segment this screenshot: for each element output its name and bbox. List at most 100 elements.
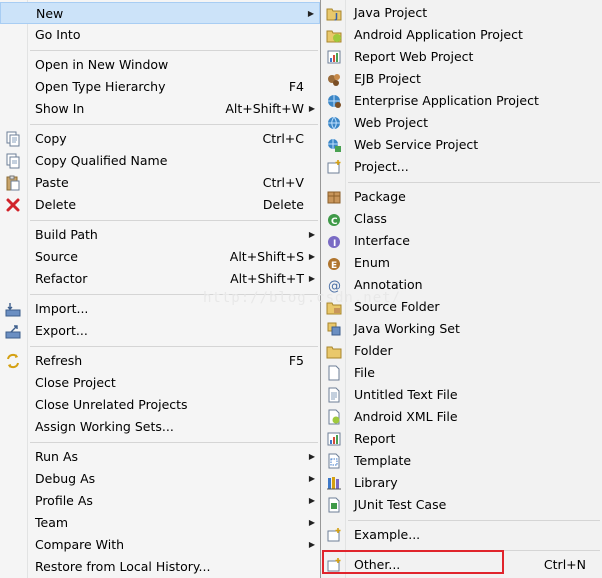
submenu-item-android-application-project[interactable]: Android Application Project	[321, 24, 602, 46]
copy-qualified-name-icon	[6, 153, 20, 169]
menu-item-shortcut: Ctrl+V	[262, 175, 304, 190]
svg-text:I: I	[333, 239, 336, 249]
report-web-project-icon	[327, 50, 341, 64]
submenu-item-library[interactable]: Library	[321, 472, 602, 494]
submenu-item-label: File	[354, 365, 375, 380]
menu-item-label: Team	[35, 515, 69, 530]
submenu-item-label: Report	[354, 431, 396, 446]
menu-item-go-into[interactable]: Go Into	[0, 24, 320, 46]
menu-item-profile-as[interactable]: Profile As ▶	[0, 490, 320, 512]
svg-text:E: E	[331, 261, 337, 271]
menu-item-assign-working-sets[interactable]: Assign Working Sets...	[0, 416, 320, 438]
menu-item-label: Close Project	[35, 375, 116, 390]
android-xml-file-icon	[328, 409, 340, 425]
submenu-arrow-icon: ▶	[307, 9, 314, 18]
menu-item-copy[interactable]: Copy Ctrl+C	[0, 128, 320, 150]
web-project-icon	[328, 116, 340, 130]
menu-item-label: Close Unrelated Projects	[35, 397, 188, 412]
submenu-item-web-service-project[interactable]: Web Service Project	[321, 134, 602, 156]
menu-item-show-in[interactable]: Show In Alt+Shift+W ▶	[0, 98, 320, 120]
menu-item-new[interactable]: New ▶	[0, 2, 320, 24]
submenu-arrow-icon: ▶	[308, 252, 315, 261]
menu-item-label: Export...	[35, 323, 88, 338]
submenu-item-label: Web Service Project	[354, 137, 479, 152]
menu-item-label: Show In	[35, 101, 85, 116]
submenu-item-label: Untitled Text File	[354, 387, 458, 402]
menu-item-build-path[interactable]: Build Path ▶	[0, 224, 320, 246]
web-service-project-icon	[328, 139, 341, 152]
submenu-item-java-project[interactable]: J Java Project	[321, 2, 602, 24]
menu-item-label: Profile As	[35, 493, 93, 508]
submenu-arrow-icon: ▶	[308, 496, 315, 505]
menu-item-refresh[interactable]: Refresh F5	[0, 350, 320, 372]
submenu-item-template[interactable]: Template	[321, 450, 602, 472]
menu-item-label: Refactor	[35, 271, 88, 286]
menu-item-source[interactable]: Source Alt+Shift+S ▶	[0, 246, 320, 268]
menu-item-delete[interactable]: Delete Delete	[0, 194, 320, 216]
submenu-item-file[interactable]: File	[321, 362, 602, 384]
menu-item-copy-qualified-name[interactable]: Copy Qualified Name	[0, 150, 320, 172]
report-icon	[327, 432, 341, 446]
menu-item-label: Source	[35, 249, 78, 264]
submenu-item-label: Folder	[354, 343, 393, 358]
menu-item-paste[interactable]: Paste Ctrl+V	[0, 172, 320, 194]
menu-item-shortcut: Alt+Shift+S	[229, 249, 304, 264]
menu-item-close-project[interactable]: Close Project	[0, 372, 320, 394]
submenu-item-java-working-set[interactable]: Java Working Set	[321, 318, 602, 340]
menu-separator	[348, 182, 600, 183]
example-icon	[327, 528, 341, 542]
menu-item-label: Paste	[35, 175, 69, 190]
submenu-item-class[interactable]: C Class	[321, 208, 602, 230]
submenu-item-enterprise-application-project[interactable]: Enterprise Application Project	[321, 90, 602, 112]
menu-item-close-unrelated-projects[interactable]: Close Unrelated Projects	[0, 394, 320, 416]
menu-item-refactor[interactable]: Refactor Alt+Shift+T ▶	[0, 268, 320, 290]
submenu-item-web-project[interactable]: Web Project	[321, 112, 602, 134]
menu-item-run-as[interactable]: Run As ▶	[0, 446, 320, 468]
submenu-item-label: Template	[354, 453, 412, 468]
submenu-item-junit-test-case[interactable]: JUnit Test Case	[321, 494, 602, 516]
menu-separator	[30, 220, 318, 221]
submenu-item-label: Android Application Project	[354, 27, 523, 42]
submenu-item-interface[interactable]: I Interface	[321, 230, 602, 252]
callout-highlight-box	[322, 550, 504, 574]
submenu-item-example[interactable]: Example...	[321, 524, 602, 546]
folder-icon	[326, 346, 342, 359]
menu-item-shortcut: Delete	[262, 197, 304, 212]
submenu-item-label: Java Project	[354, 5, 428, 20]
submenu-item-label: Report Web Project	[354, 49, 474, 64]
menu-item-shortcut: Ctrl+C	[262, 131, 304, 146]
menu-item-compare-with[interactable]: Compare With ▶	[0, 534, 320, 556]
copy-icon	[6, 131, 20, 147]
menu-item-team[interactable]: Team ▶	[0, 512, 320, 534]
menu-item-shortcut: Ctrl+N	[543, 557, 586, 572]
menu-item-label: Delete	[35, 197, 77, 212]
submenu-item-android-xml-file[interactable]: Android XML File	[321, 406, 602, 428]
menu-item-label: Compare With	[35, 537, 125, 552]
menu-item-label: Build Path	[35, 227, 98, 242]
menu-separator	[30, 50, 318, 51]
menu-item-shortcut: F4	[288, 79, 304, 94]
submenu-item-ejb-project[interactable]: EJB Project	[321, 68, 602, 90]
menu-item-debug-as[interactable]: Debug As ▶	[0, 468, 320, 490]
submenu-item-project[interactable]: Project...	[321, 156, 602, 178]
submenu-item-untitled-text-file[interactable]: Untitled Text File	[321, 384, 602, 406]
submenu-item-enum[interactable]: E Enum	[321, 252, 602, 274]
menu-separator	[348, 520, 600, 521]
class-icon: C	[328, 214, 340, 227]
menu-item-open-in-new-window[interactable]: Open in New Window	[0, 54, 320, 76]
submenu-arrow-icon: ▶	[308, 230, 315, 239]
submenu-item-folder[interactable]: Folder	[321, 340, 602, 362]
delete-icon	[6, 198, 20, 212]
menu-item-open-type-hierarchy[interactable]: Open Type Hierarchy F4	[0, 76, 320, 98]
menu-item-label: Debug As	[35, 471, 96, 486]
text-file-icon	[328, 387, 340, 403]
submenu-item-label: Project...	[354, 159, 409, 174]
menu-item-shortcut: Alt+Shift+T	[230, 271, 304, 286]
menu-item-export[interactable]: Export...	[0, 320, 320, 342]
submenu-item-label: Package	[354, 189, 406, 204]
menu-item-restore-from-local-history[interactable]: Restore from Local History...	[0, 556, 320, 578]
submenu-item-label: Example...	[354, 527, 421, 542]
submenu-item-report-web-project[interactable]: Report Web Project	[321, 46, 602, 68]
submenu-item-package[interactable]: Package	[321, 186, 602, 208]
submenu-item-report[interactable]: Report	[321, 428, 602, 450]
